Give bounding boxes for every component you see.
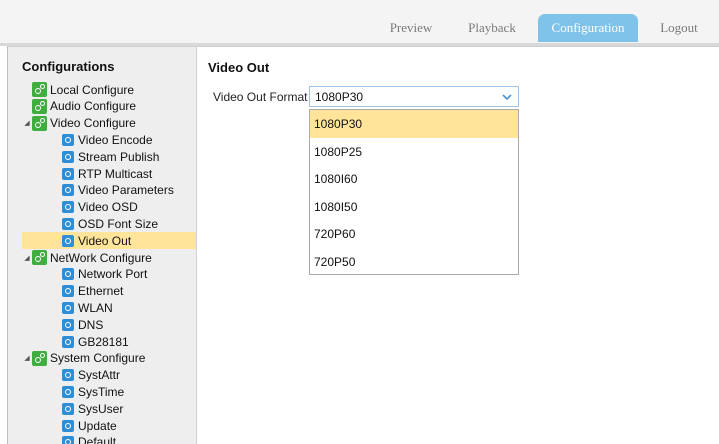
sidebar-item-video-parameters[interactable]: Video Parameters — [22, 182, 196, 199]
gear-icon — [32, 350, 47, 366]
config-icon — [62, 201, 74, 214]
sidebar-item-label: System Configure — [50, 351, 146, 366]
sidebar-item-video-encode[interactable]: Video Encode — [22, 131, 196, 148]
sidebar-item-system-configure[interactable]: ◢ System Configure — [22, 350, 185, 367]
sidebar-item-label: GB28181 — [78, 334, 129, 349]
sidebar-item-video-configure[interactable]: ◢ Video Configure — [22, 115, 185, 132]
sidebar-item-ethernet[interactable]: Ethernet — [22, 283, 196, 300]
sidebar-item-gb28181[interactable]: GB28181 — [22, 333, 196, 350]
sidebar-item-label: Update — [78, 418, 117, 433]
sidebar: Configurations Local Configure Audio Conf… — [8, 47, 197, 444]
config-icon — [62, 385, 74, 398]
sidebar-item-label: DNS — [78, 317, 104, 332]
config-icon — [62, 184, 74, 197]
sidebar-item-label: Video Out — [78, 233, 132, 248]
sidebar-item-label: Stream Publish — [78, 149, 160, 164]
dropdown-option[interactable]: 1080I50 — [310, 193, 518, 221]
nav-configuration[interactable]: Configuration — [538, 14, 638, 42]
config-icon — [62, 301, 74, 314]
nav-preview[interactable]: Preview — [378, 14, 444, 42]
sidebar-item-network-configure[interactable]: ◢ NetWork Configure — [22, 249, 185, 266]
sidebar-item-local-configure[interactable]: Local Configure — [22, 81, 185, 98]
expand-triangle-icon[interactable]: ◢ — [22, 254, 32, 262]
page-title: Video Out — [208, 60, 270, 75]
dropdown-option[interactable]: 720P50 — [310, 248, 518, 276]
sidebar-item-audio-configure[interactable]: Audio Configure — [22, 98, 185, 115]
nav-playback[interactable]: Playback — [458, 14, 526, 42]
sidebar-item-label: Network Port — [78, 267, 148, 282]
config-icon — [62, 369, 74, 382]
config-icon — [62, 419, 74, 432]
sidebar-item-label: Audio Configure — [50, 99, 137, 114]
sidebar-item-label: WLAN — [78, 300, 113, 315]
dropdown-option[interactable]: 1080I60 — [310, 165, 518, 193]
sidebar-item-sysuser[interactable]: SysUser — [22, 400, 196, 417]
sidebar-item-wlan[interactable]: WLAN — [22, 299, 196, 316]
config-icon — [62, 402, 74, 415]
sidebar-item-stream-publish[interactable]: Stream Publish — [22, 148, 196, 165]
sidebar-item-label: Video Parameters — [78, 183, 174, 198]
sidebar-item-label: RTP Multicast — [78, 166, 153, 181]
config-icon — [62, 335, 74, 348]
select-value: 1080P30 — [315, 89, 364, 104]
sidebar-item-network-port[interactable]: Network Port — [22, 266, 196, 283]
sidebar-item-default[interactable]: Default — [22, 434, 196, 444]
gear-icon — [32, 115, 47, 131]
sidebar-item-label: Video Encode — [78, 132, 153, 147]
sidebar-item-label: SysUser — [78, 401, 124, 416]
sidebar-item-video-out[interactable]: Video Out — [22, 232, 196, 250]
gear-icon — [32, 98, 47, 114]
sidebar-item-label: SystAttr — [78, 368, 121, 383]
config-icon — [62, 150, 74, 163]
sidebar-item-update[interactable]: Update — [22, 417, 196, 434]
config-icon — [62, 133, 74, 146]
config-icon — [62, 234, 74, 247]
video-out-format-label: Video Out Format — [213, 90, 308, 104]
video-out-format-select[interactable]: 1080P30 — [309, 86, 519, 107]
sidebar-item-rtp-multicast[interactable]: RTP Multicast — [22, 165, 196, 182]
config-icon — [62, 318, 74, 331]
config-icon — [62, 268, 74, 281]
gear-icon — [32, 250, 47, 265]
nav-logout[interactable]: Logout — [648, 14, 710, 42]
chevron-down-icon[interactable] — [500, 90, 514, 104]
config-icon — [62, 285, 74, 298]
sidebar-item-video-osd[interactable]: Video OSD — [22, 199, 196, 216]
sidebar-item-label: OSD Font Size — [78, 216, 159, 231]
sidebar-item-systattr[interactable]: SystAttr — [22, 367, 196, 384]
gear-icon — [32, 82, 47, 97]
expand-triangle-icon[interactable]: ◢ — [22, 119, 32, 127]
expand-triangle-icon[interactable]: ◢ — [22, 354, 32, 362]
sidebar-item-systime[interactable]: SysTime — [22, 383, 196, 400]
sidebar-item-label: Local Configure — [50, 82, 135, 97]
top-navigation-bar: Preview Playback Configuration Logout — [0, 0, 719, 44]
sidebar-item-label: Video Configure — [50, 116, 136, 131]
sidebar-item-label: SysTime — [78, 384, 125, 399]
video-out-format-dropdown: 1080P30 1080P25 1080I60 1080I50 720P60 720P50 — [309, 109, 519, 275]
config-icon — [62, 217, 74, 230]
dropdown-option[interactable]: 1080P30 — [310, 110, 518, 138]
dropdown-option[interactable]: 1080P25 — [310, 138, 518, 166]
sidebar-item-label: Default — [78, 435, 117, 444]
sidebar-item-label: NetWork Configure — [50, 250, 152, 265]
sidebar-item-label: Ethernet — [78, 284, 124, 299]
sidebar-title: Configurations — [22, 59, 115, 74]
sidebar-item-dns[interactable]: DNS — [22, 316, 196, 333]
sidebar-item-osd-font-size[interactable]: OSD Font Size — [22, 215, 196, 232]
config-icon — [62, 436, 74, 444]
dropdown-option[interactable]: 720P60 — [310, 220, 518, 248]
config-icon — [62, 167, 74, 180]
sidebar-item-label: Video OSD — [78, 200, 138, 215]
